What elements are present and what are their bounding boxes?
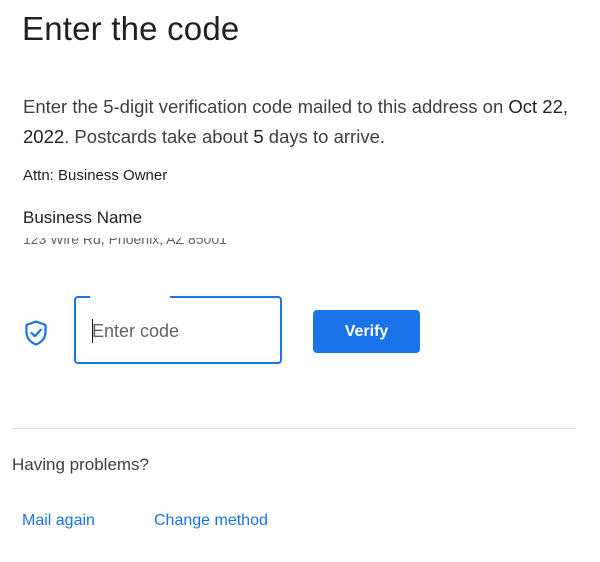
- having-problems-label: Having problems?: [12, 455, 150, 474]
- delivery-days: 5: [253, 126, 264, 147]
- instructions-text-1: Enter the 5-digit verification code mail…: [23, 96, 509, 117]
- verification-instructions: Enter the 5-digit verification code mail…: [23, 92, 593, 152]
- address-attn: Attn: Business Owner: [23, 167, 168, 184]
- business-name: Business Name: [23, 208, 143, 227]
- code-input-field: [74, 295, 282, 364]
- verified-shield-icon: [24, 320, 48, 346]
- street-address: 123 Wire Rd, Phoenix, AZ 85001: [23, 238, 227, 247]
- verify-button[interactable]: Verify: [313, 310, 420, 353]
- text-caret: [92, 319, 93, 343]
- change-method-link[interactable]: Change method: [154, 512, 268, 530]
- street-address-text: 123 Wire Rd, Phoenix, AZ 85001: [23, 238, 227, 247]
- instructions-text-2: . Postcards take about: [64, 126, 254, 147]
- mail-again-link[interactable]: Mail again: [22, 512, 95, 530]
- page-title: Enter the code: [22, 10, 240, 47]
- code-input[interactable]: [92, 318, 272, 344]
- divider: [12, 428, 576, 429]
- instructions-text-3: days to arrive.: [263, 126, 385, 147]
